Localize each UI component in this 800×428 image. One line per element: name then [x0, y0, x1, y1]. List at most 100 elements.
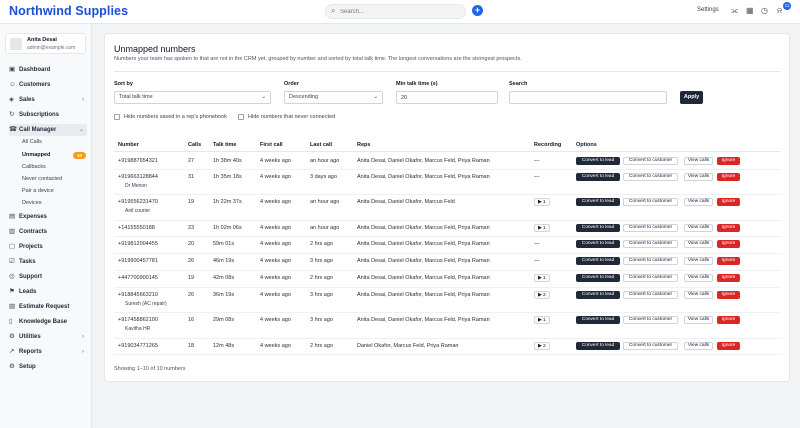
ignore-button[interactable]: Ignore	[717, 173, 740, 181]
convert-to-lead-button[interactable]: Convert to lead	[576, 342, 620, 350]
calendar-icon[interactable]: ▦	[746, 5, 754, 16]
convert-to-customer-button[interactable]: Convert to customer	[623, 198, 678, 206]
brand-logo[interactable]: Northwind Supplies	[9, 4, 128, 18]
sidebar-sub-devices[interactable]: Devices	[22, 198, 86, 209]
convert-to-customer-button[interactable]: Convert to customer	[623, 257, 678, 265]
recording-badge[interactable]: ▶ 1	[534, 198, 550, 206]
phone-number[interactable]: +447700900145	[118, 275, 158, 281]
ignore-button[interactable]: Ignore	[717, 316, 740, 324]
sidebar-sub-pair-device[interactable]: Pair a device	[22, 186, 86, 197]
phone-number[interactable]: +919812004455	[118, 241, 158, 247]
view-calls-button[interactable]: View calls	[684, 198, 713, 206]
recording-badge[interactable]: ▶ 2	[534, 342, 550, 350]
convert-to-lead-button[interactable]: Convert to lead	[576, 291, 620, 299]
ignore-button[interactable]: Ignore	[717, 198, 740, 206]
view-calls-button[interactable]: View calls	[684, 316, 713, 324]
recording-badge[interactable]: ▶ 2	[534, 291, 550, 299]
convert-to-customer-button[interactable]: Convert to customer	[623, 173, 678, 181]
view-calls-button[interactable]: View calls	[684, 173, 713, 181]
sidebar-item-utilities[interactable]: ⚙ Utilities ›	[9, 331, 87, 343]
sidebar-item-dashboard[interactable]: ▣ Dashboard	[9, 64, 87, 76]
phone-number[interactable]: +919034771265	[118, 343, 158, 349]
sidebar-item-setup[interactable]: ⚙ Setup	[9, 361, 87, 373]
phone-number[interactable]: +919556231470	[118, 199, 158, 205]
sidebar-item-call-manager[interactable]: ☎ Call Manager ⌄	[9, 124, 87, 136]
table-search-input[interactable]	[509, 91, 667, 104]
view-calls-button[interactable]: View calls	[684, 342, 713, 350]
first-call: 4 weeks ago	[260, 258, 291, 264]
global-search[interactable]: ⌕	[325, 4, 466, 19]
sidebar-item-knowledge-base[interactable]: ▯ Knowledge Base	[9, 316, 87, 328]
user-card[interactable]: Anita Desai admin@example.com	[5, 33, 86, 54]
convert-to-lead-button[interactable]: Convert to lead	[576, 257, 620, 265]
ignore-button[interactable]: Ignore	[717, 291, 740, 299]
phone-number[interactable]: +919887654321	[118, 158, 158, 164]
bell-icon[interactable]: ⍾	[777, 5, 782, 16]
ignore-button[interactable]: Ignore	[717, 157, 740, 165]
convert-to-customer-button[interactable]: Convert to customer	[623, 157, 678, 165]
convert-to-customer-button[interactable]: Convert to customer	[623, 342, 678, 350]
share-icon[interactable]: ⫘	[731, 5, 738, 16]
phone-number[interactable]: +919900457781	[118, 258, 158, 264]
convert-to-lead-button[interactable]: Convert to lead	[576, 198, 620, 206]
apply-button[interactable]: Apply	[680, 91, 703, 104]
convert-to-customer-button[interactable]: Convert to customer	[623, 224, 678, 232]
clock-icon[interactable]: ◷	[761, 5, 768, 16]
checkbox-box[interactable]	[114, 113, 120, 120]
view-calls-button[interactable]: View calls	[684, 240, 713, 248]
convert-to-lead-button[interactable]: Convert to lead	[576, 274, 620, 282]
convert-to-customer-button[interactable]: Convert to customer	[623, 274, 678, 282]
convert-to-customer-button[interactable]: Convert to customer	[623, 316, 678, 324]
ignore-button[interactable]: Ignore	[717, 240, 740, 248]
sidebar-item-contracts[interactable]: ▥ Contracts	[9, 226, 87, 238]
sidebar-item-projects[interactable]: ▢ Projects	[9, 241, 87, 253]
convert-to-customer-button[interactable]: Convert to customer	[623, 291, 678, 299]
sidebar-sub-callbacks[interactable]: Callbacks	[22, 162, 86, 173]
checkbox-box[interactable]	[238, 113, 244, 120]
view-calls-button[interactable]: View calls	[684, 291, 713, 299]
sidebar-item-tasks[interactable]: ☑ Tasks	[9, 256, 87, 268]
recording-badge[interactable]: ▶ 1	[534, 224, 550, 232]
sidebar-item-leads[interactable]: ⚑ Leads	[9, 286, 87, 298]
convert-to-lead-button[interactable]: Convert to lead	[576, 224, 620, 232]
quick-add-button[interactable]: +	[472, 5, 483, 16]
ignore-button[interactable]: Ignore	[717, 257, 740, 265]
sidebar-sub-never-contacted[interactable]: Never contacted	[22, 174, 86, 185]
sidebar-item-reports[interactable]: ↗ Reports ›	[9, 346, 87, 358]
order-select[interactable]: Descending ⌄	[284, 91, 383, 104]
convert-to-lead-button[interactable]: Convert to lead	[576, 316, 620, 324]
view-calls-button[interactable]: View calls	[684, 257, 713, 265]
phone-number[interactable]: +917458862100	[118, 317, 158, 323]
convert-to-lead-button[interactable]: Convert to lead	[576, 173, 620, 181]
ignore-button[interactable]: Ignore	[717, 342, 740, 350]
convert-to-lead-button[interactable]: Convert to lead	[576, 240, 620, 248]
sidebar-item-estimate-request[interactable]: ▧ Estimate Request	[9, 301, 87, 313]
sidebar-item-customers[interactable]: ☺ Customers	[9, 79, 87, 91]
ignore-button[interactable]: Ignore	[717, 224, 740, 232]
min-talk-input[interactable]	[396, 91, 498, 104]
hide-phonebook-checkbox[interactable]: Hide numbers saved in a rep's phonebook	[114, 113, 227, 121]
convert-to-lead-button[interactable]: Convert to lead	[576, 157, 620, 165]
search-input[interactable]	[340, 6, 460, 17]
sort-by-select[interactable]: Total talk time ⌄	[114, 91, 271, 104]
phone-number[interactable]: +919663128844	[118, 174, 158, 180]
recording-badge[interactable]: ▶ 1	[534, 274, 550, 282]
table-row: +447700900145 19 42m 08s 4 weeks ago 2 hrs a…	[114, 271, 781, 288]
sidebar-item-sales[interactable]: ◈ Sales ›	[9, 94, 87, 106]
sidebar-sub-unmapped[interactable]: Unmapped 10	[22, 150, 86, 161]
talk-time: 29m 08s	[213, 317, 235, 323]
sidebar-sub-all-calls[interactable]: All Calls	[22, 137, 86, 148]
sidebar-item-subscriptions[interactable]: ↻ Subscriptions	[9, 109, 87, 121]
hide-never-connected-checkbox[interactable]: Hide numbers that never connected	[238, 113, 335, 121]
recording-badge[interactable]: ▶ 1	[534, 316, 550, 324]
ignore-button[interactable]: Ignore	[717, 274, 740, 282]
view-calls-button[interactable]: View calls	[684, 224, 713, 232]
phone-number[interactable]: +14155550188	[118, 225, 155, 231]
convert-to-customer-button[interactable]: Convert to customer	[623, 240, 678, 248]
phone-number[interactable]: +918845663210	[118, 292, 158, 298]
settings-link[interactable]: Settings	[697, 7, 719, 13]
sidebar-item-support[interactable]: ◎ Support	[9, 271, 87, 283]
sidebar-item-expenses[interactable]: ▤ Expenses	[9, 211, 87, 223]
view-calls-button[interactable]: View calls	[684, 157, 713, 165]
view-calls-button[interactable]: View calls	[684, 274, 713, 282]
